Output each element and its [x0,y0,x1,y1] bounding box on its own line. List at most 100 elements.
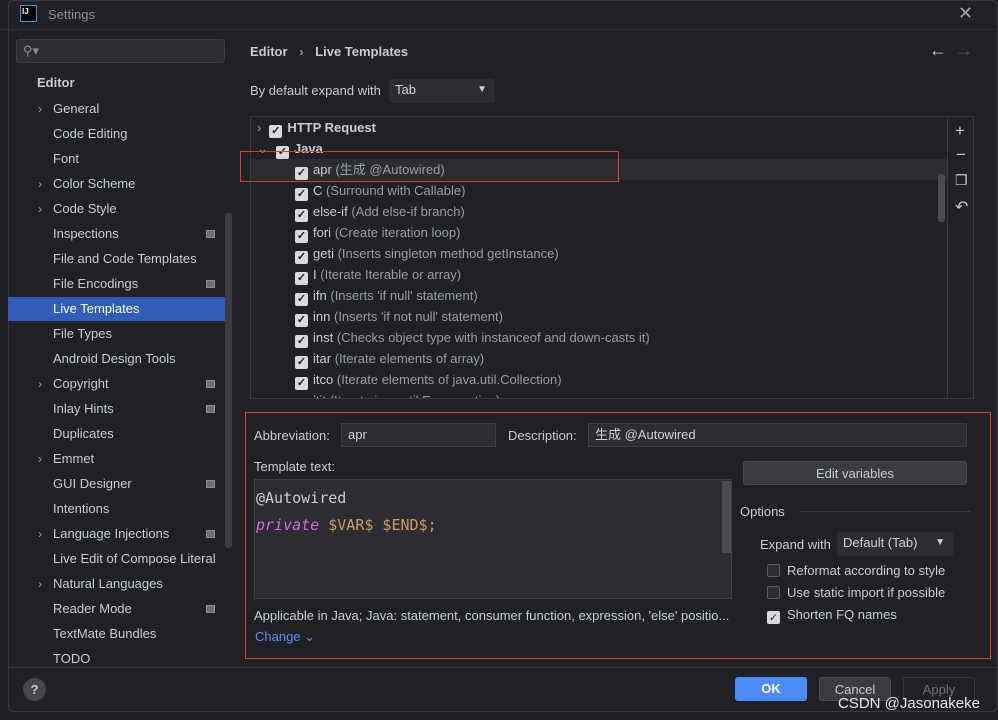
sidebar-item[interactable]: Duplicates [8,422,232,446]
sidebar-item[interactable]: › Color Scheme [8,172,232,196]
template-row[interactable]: ✓ itit (Iterate java.util.Enumeration) [251,390,947,399]
chevron-down-icon: ▼ [477,84,487,95]
chevron-right-icon: › [38,102,42,116]
sidebar-item[interactable]: Code Editing [8,122,232,146]
sidebar-item[interactable]: Inlay Hints [8,397,232,421]
template-desc: (Surround with Callable) [326,183,466,198]
forward-arrow-icon[interactable]: → [955,40,973,61]
sidebar-item[interactable]: Android Design Tools [8,347,232,371]
template-row[interactable]: ✓ inst (Checks object type with instanceo… [251,327,947,348]
sidebar-item[interactable]: Inspections [8,222,232,246]
template-desc: (Iterate elements of java.util.Collectio… [336,372,562,387]
template-row[interactable]: ✓ ifn (Inserts 'if null' statement) [251,285,947,306]
sidebar-item[interactable]: Reader Mode [8,597,232,621]
checkbox[interactable]: ✓ [295,230,308,243]
sidebar-item[interactable]: › Emmet [8,447,232,471]
template-desc: (Iterate Iterable or array) [320,267,462,282]
checkbox[interactable]: ✓ [295,293,308,306]
template-abbr: geti [313,246,334,261]
sidebar-item[interactable]: Live Edit of Compose Literal [8,547,232,571]
expand-with-dropdown[interactable]: Tab ▼ [389,79,495,103]
checkbox[interactable]: ✓ [269,125,283,138]
sidebar-item-label: Language Injections [53,526,170,541]
project-scope-icon [206,480,215,488]
sidebar-item-label: Emmet [53,451,95,466]
template-desc: (Inserts singleton method getInstance) [337,246,559,261]
sidebar-item-label: Font [53,151,80,166]
sidebar-item[interactable]: GUI Designer [8,472,232,496]
checkbox[interactable]: ✓ [295,188,308,201]
template-desc: (Inserts 'if null' statement) [330,288,478,303]
sidebar-item-label: File Types [53,326,113,341]
template-abbr: inst [313,330,334,345]
checkbox[interactable]: ✓ [295,314,308,327]
settings-search-input[interactable]: ⚲▾ [16,39,225,63]
template-row[interactable]: ✓ itar (Iterate elements of array) [251,348,947,369]
template-abbr: C [313,183,323,198]
sidebar-item-label: Copyright [53,376,109,391]
template-row[interactable]: ✓ else-if (Add else-if branch) [251,201,947,222]
sidebar-item[interactable]: › Copyright [8,372,232,396]
sidebar-item[interactable]: Live Templates [8,297,232,321]
copy-icon[interactable]: ❐ [955,172,968,189]
sidebar-item[interactable]: › Natural Languages [8,572,232,596]
sidebar-item[interactable]: File Encodings [8,272,232,296]
chevron-right-icon: › [38,452,42,466]
sidebar-scrollbar[interactable] [225,213,232,548]
sidebar-item[interactable]: › Language Injections [8,522,232,546]
sidebar-item-label: Live Edit of Compose Literal [53,551,216,566]
template-row[interactable]: ✓ I (Iterate Iterable or array) [251,264,947,285]
expand-with-value: Tab [395,82,416,97]
sidebar-item-label: File and Code Templates [53,251,197,266]
sidebar-item-label: Duplicates [53,426,114,441]
chevron-right-icon: › [38,377,42,391]
remove-icon[interactable]: − [956,145,966,165]
sidebar-item-label: Code Style [53,201,117,216]
templates-scrollbar[interactable] [938,174,945,222]
sidebar-item[interactable]: TextMate Bundles [8,622,232,646]
group-http-request[interactable]: › ✓ HTTP Request [257,117,953,138]
template-row[interactable]: ✓ C (Surround with Callable) [251,180,947,201]
add-icon[interactable]: + [955,121,965,141]
checkbox[interactable]: ✓ [295,377,308,390]
revert-icon[interactable]: ↶ [955,197,968,217]
chevron-right-icon: › [38,202,42,216]
template-desc: (Inserts 'if not null' statement) [333,309,503,324]
sidebar-item[interactable]: Font [8,147,232,171]
template-row[interactable]: ✓ itco (Iterate elements of java.util.Col… [251,369,947,390]
back-arrow-icon[interactable]: ← [929,40,947,61]
breadcrumb-parent[interactable]: Editor [250,44,288,59]
checkbox[interactable]: ✓ [295,356,308,369]
sidebar-item[interactable]: › General [8,97,232,121]
template-abbr: I [313,267,317,282]
sidebar-item-label: Code Editing [53,126,128,141]
checkbox[interactable]: ✓ [295,209,308,222]
sidebar-item[interactable]: File and Code Templates [8,247,232,271]
sidebar-item-label: Live Templates [53,301,140,316]
template-abbr: inn [313,309,331,324]
template-row[interactable]: ✓ geti (Inserts singleton method getInsta… [251,243,947,264]
project-scope-icon [206,230,215,238]
watermark: CSDN @Jasonakeke [838,695,980,712]
sidebar-item-label: Android Design Tools [53,351,176,366]
close-icon[interactable]: ✕ [958,3,973,24]
sidebar-item-label: Inlay Hints [53,401,114,416]
checkbox[interactable]: ✓ [295,251,308,264]
chevron-right-icon: › [38,577,42,591]
sidebar-item[interactable]: File Types [8,322,232,346]
checkbox[interactable]: ✓ [295,272,308,285]
sidebar-item[interactable]: Intentions [8,497,232,521]
sidebar-item-label: Inspections [53,226,119,241]
annotation-highlight [240,151,619,182]
help-button[interactable]: ? [23,678,46,701]
checkbox[interactable]: ✓ [295,335,308,348]
sidebar-item[interactable]: › Code Style [8,197,232,221]
checkbox[interactable]: ✓ [295,398,308,399]
template-abbr: fori [313,225,332,240]
template-abbr: itit [313,393,326,398]
template-row[interactable]: ✓ fori (Create iteration loop) [251,222,947,243]
project-scope-icon [206,280,215,288]
ok-button[interactable]: OK [735,677,807,701]
template-desc: (Iterate elements of array) [334,351,485,366]
template-row[interactable]: ✓ inn (Inserts 'if not null' statement) [251,306,947,327]
